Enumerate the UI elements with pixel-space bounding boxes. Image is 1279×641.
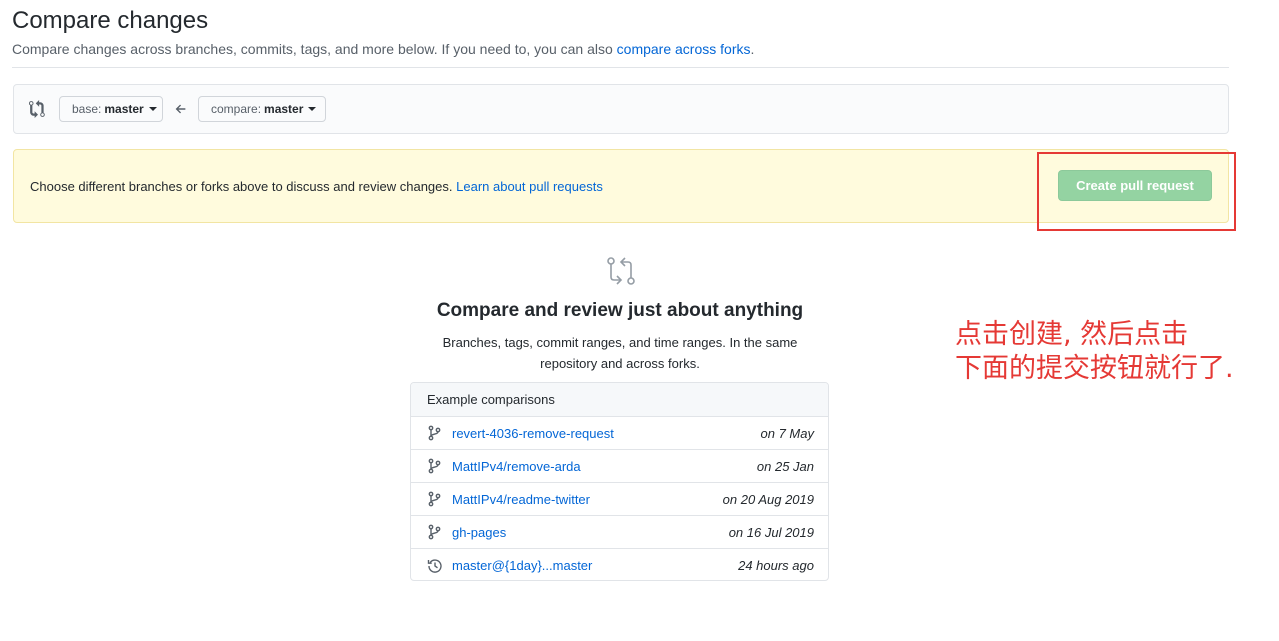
comparison-link[interactable]: MattIPv4/remove-arda	[452, 459, 581, 474]
arrow-left-icon	[175, 104, 186, 114]
comparison-link[interactable]: master@{1day}...master	[452, 558, 592, 573]
list-item[interactable]: MattIPv4/remove-arda on 25 Jan	[411, 450, 828, 483]
git-branch-icon	[428, 524, 441, 540]
list-item[interactable]: MattIPv4/readme-twitter on 20 Aug 2019	[411, 483, 828, 516]
comparison-date: on 16 Jul 2019	[728, 524, 814, 540]
annotation-line-1: 点击创建, 然后点击	[955, 319, 1189, 350]
subtitle-text: Compare changes across branches, commits…	[12, 41, 617, 57]
blankslate-description: Branches, tags, commit ranges, and time …	[442, 335, 798, 371]
examples-header: Example comparisons	[411, 383, 828, 417]
learn-about-pull-requests-link[interactable]: Learn about pull requests	[456, 179, 603, 194]
example-comparisons: Example comparisons revert-4036-remove-r…	[410, 382, 829, 581]
base-label: base:	[72, 102, 102, 116]
list-item[interactable]: revert-4036-remove-request on 7 May	[411, 417, 828, 450]
comparison-date: 24 hours ago	[738, 558, 814, 573]
history-icon	[427, 558, 442, 573]
compare-across-forks-link[interactable]: compare across forks	[617, 41, 751, 57]
git-compare-icon	[29, 100, 45, 118]
base-branch-name: master	[104, 102, 144, 116]
annotation-highlight-box	[1037, 152, 1236, 231]
compare-label: compare:	[211, 102, 262, 116]
compare-page: Compare changes Compare changes across b…	[0, 0, 1279, 641]
comparison-date: on 25 Jan	[756, 458, 814, 474]
compare-branch-selector[interactable]: compare: master	[198, 96, 326, 122]
comparison-date: on 20 Aug 2019	[722, 491, 814, 507]
comparison-link[interactable]: MattIPv4/readme-twitter	[452, 492, 590, 507]
git-branch-icon	[428, 458, 441, 474]
page-subtitle: Compare changes across branches, commits…	[12, 41, 754, 57]
caret-down-icon	[148, 107, 157, 111]
comparison-link[interactable]: revert-4036-remove-request	[452, 426, 614, 441]
blankslate-title: Compare and review just about anything	[436, 300, 804, 321]
list-item[interactable]: gh-pages on 16 Jul 2019	[411, 516, 828, 549]
base-branch-selector[interactable]: base: master	[59, 96, 163, 122]
flash-text: Choose different branches or forks above…	[30, 179, 457, 194]
comparison-link[interactable]: gh-pages	[452, 525, 506, 540]
page-title: Compare changes	[12, 7, 209, 34]
annotation-line-2: 下面的提交按钮就行了.	[955, 353, 1234, 384]
flash-message: Choose different branches or forks above…	[30, 179, 603, 194]
list-item[interactable]: master@{1day}...master 24 hours ago	[411, 549, 828, 580]
header-divider	[12, 67, 1229, 68]
annotation-note: 点击创建, 然后点击 下面的提交按钮就行了.	[955, 318, 1234, 386]
range-editor: base: master compare: master	[13, 84, 1229, 134]
git-branch-icon	[428, 425, 441, 441]
git-branch-icon	[428, 491, 441, 507]
caret-down-icon	[308, 107, 317, 111]
compare-branch-name: master	[264, 102, 304, 116]
subtitle-end: .	[750, 41, 755, 57]
git-compare-icon	[607, 257, 635, 285]
comparison-date: on 7 May	[760, 425, 814, 441]
